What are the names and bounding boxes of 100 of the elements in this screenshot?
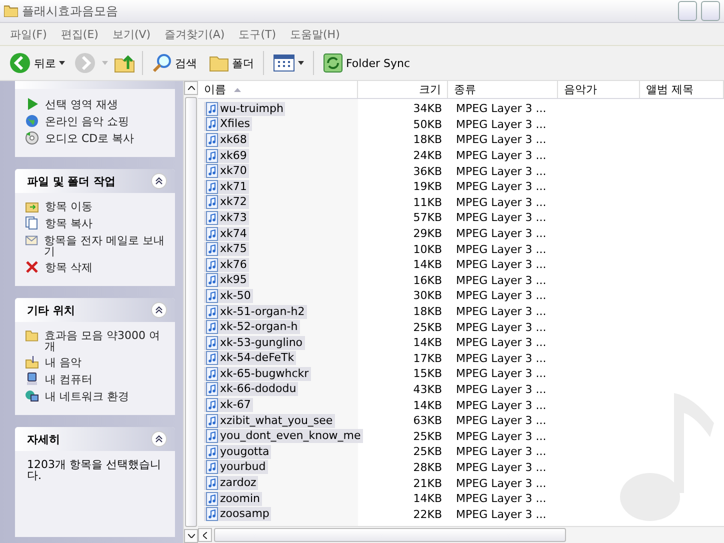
file-size: 29KB <box>412 227 443 240</box>
task-link[interactable]: 온라인 음악 쇼핑 <box>25 114 167 128</box>
file-name[interactable]: xk95 <box>204 273 249 288</box>
collapse-button[interactable] <box>151 431 167 447</box>
horizontal-scrollbar[interactable] <box>198 526 724 543</box>
music-file-icon <box>206 304 218 319</box>
menu-item[interactable]: 편집(E) <box>60 26 98 42</box>
music-file-icon <box>206 492 218 506</box>
caret-icon <box>102 61 108 65</box>
file-size: 24KB <box>412 149 443 162</box>
down-caret-icon <box>188 534 194 538</box>
task-link[interactable]: 효과음 모음 약3000 여개 <box>25 328 167 352</box>
file-type: MPEG Layer 3 ... <box>455 227 548 240</box>
file-name[interactable]: xk70 <box>204 164 249 178</box>
music-file-icon <box>206 180 218 194</box>
file-type: MPEG Layer 3 ... <box>455 367 548 380</box>
up-caret-icon <box>188 86 194 90</box>
file-name[interactable]: zardoz <box>204 476 258 490</box>
file-name[interactable]: xzibit_what_you_see <box>204 414 335 428</box>
folder-icon <box>209 54 229 72</box>
file-size: 14KB <box>412 492 443 506</box>
menu-item[interactable]: 즐겨찾기(A) <box>164 26 225 42</box>
file-name[interactable]: yougotta <box>204 444 272 459</box>
task-link[interactable]: 내 음악 <box>25 355 167 369</box>
folder-icon <box>25 328 39 342</box>
file-type: MPEG Layer 3 ... <box>455 508 548 521</box>
task-link[interactable]: 내 컴퓨터 <box>25 372 167 386</box>
music-file-icon <box>206 226 218 241</box>
column-header[interactable]: 크기 <box>358 81 448 98</box>
task-link[interactable]: 항목 복사 <box>25 216 167 230</box>
file-name[interactable]: xk74 <box>204 226 249 241</box>
file-name[interactable]: xk69 <box>204 148 249 163</box>
music-file-icon <box>206 382 218 396</box>
file-size: 18KB <box>412 305 443 318</box>
file-name[interactable]: xk76 <box>204 258 249 272</box>
task-link[interactable]: 내 네트워크 환경 <box>25 389 167 403</box>
file-name[interactable]: xk73 <box>204 210 249 225</box>
collapse-button[interactable] <box>151 302 167 318</box>
file-name[interactable]: xk68 <box>204 132 249 147</box>
file-name[interactable]: yourbud <box>204 460 268 474</box>
folder-up-icon[interactable] <box>114 53 136 73</box>
file-type: MPEG Layer 3 ... <box>455 476 548 490</box>
column-header[interactable]: 앨범 제목 <box>640 81 724 98</box>
collapse-button[interactable] <box>151 173 167 189</box>
file-name[interactable]: xk-65-bugwhckr <box>204 366 311 381</box>
music-file-icon <box>206 210 218 225</box>
file-name[interactable]: xk72 <box>204 195 249 210</box>
scroll-down-button[interactable] <box>184 529 198 543</box>
file-type: MPEG Layer 3 ... <box>455 180 548 194</box>
music-file-icon <box>206 429 218 444</box>
task-link[interactable]: 항목을 전자 메일로 보내기 <box>25 233 167 257</box>
scroll-up-button[interactable] <box>184 81 198 95</box>
network-icon <box>25 389 39 403</box>
file-type: MPEG Layer 3 ... <box>455 398 548 412</box>
file-type: MPEG Layer 3 ... <box>455 133 548 146</box>
file-name[interactable]: xk-67 <box>204 398 253 412</box>
menu-item[interactable]: 보기(V) <box>112 26 151 42</box>
file-name[interactable]: xk-66-dododu <box>204 382 298 396</box>
vertical-scrollbar[interactable] <box>183 81 198 543</box>
file-name[interactable]: xk-52-organ-h <box>204 320 300 334</box>
file-name[interactable]: xk75 <box>204 242 249 256</box>
file-size: 11KB <box>412 196 443 209</box>
details-text: 1203개 항목을 선택했습니다. <box>26 457 162 484</box>
file-name[interactable]: you_dont_even_know_me <box>204 429 363 444</box>
column-header[interactable]: 종류 <box>448 81 558 98</box>
folders-button[interactable]: 폴더 <box>206 52 257 74</box>
task-link[interactable]: 항목 이동 <box>25 199 167 213</box>
file-size: 30KB <box>412 289 443 302</box>
column-header[interactable]: 음악가 <box>558 81 640 98</box>
file-name[interactable]: xk71 <box>204 180 249 194</box>
scroll-left-button[interactable] <box>198 528 212 542</box>
search-button[interactable]: 검색 <box>149 51 200 75</box>
file-type: MPEG Layer 3 ... <box>455 430 548 443</box>
computer-icon <box>25 372 39 386</box>
file-name[interactable]: zoosamp <box>204 507 272 522</box>
file-name[interactable]: wu-truimph <box>204 102 286 116</box>
file-name[interactable]: zoomin <box>204 492 262 506</box>
file-name[interactable]: xk-53-gunglino <box>204 336 305 350</box>
task-link[interactable]: 항목 삭제 <box>25 260 167 274</box>
file-size: 17KB <box>412 352 443 365</box>
menu-item[interactable]: 도움말(H) <box>290 26 340 42</box>
menu-item[interactable]: 파일(F) <box>10 26 47 42</box>
back-button[interactable]: 뒤로 <box>6 50 68 76</box>
column-header[interactable]: 이름 <box>198 81 358 98</box>
envelope-icon <box>25 233 38 247</box>
task-link[interactable]: 오디오 CD로 복사 <box>25 131 167 145</box>
folder-sync-button[interactable]: Folder Sync <box>320 51 414 75</box>
task-link[interactable]: 선택 영역 재생 <box>25 97 167 111</box>
play-icon <box>25 97 39 111</box>
collapse-icon <box>155 435 163 443</box>
file-name[interactable]: Xfiles <box>204 117 252 132</box>
file-name[interactable]: xk-50 <box>204 288 253 303</box>
music-file-icon <box>206 476 218 490</box>
menu-item[interactable]: 도구(T) <box>238 26 276 42</box>
panel-title: 자세히 <box>27 432 60 446</box>
file-type: MPEG Layer 3 ... <box>455 382 548 396</box>
file-name[interactable]: xk-54-deFeTk <box>204 351 296 366</box>
file-name[interactable]: xk-51-organ-h2 <box>204 304 307 319</box>
file-type: MPEG Layer 3 ... <box>455 305 548 318</box>
music-file-icon <box>206 102 218 116</box>
